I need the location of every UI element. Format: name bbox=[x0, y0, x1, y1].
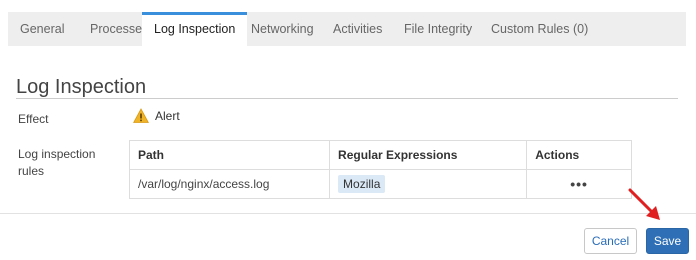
cell-actions: ••• bbox=[526, 169, 632, 199]
tab-general[interactable]: General bbox=[8, 12, 76, 46]
section-title: Log Inspection bbox=[16, 76, 147, 98]
log-inspection-rules-label: Log inspection rules bbox=[18, 147, 96, 178]
cell-regex: Mozilla bbox=[329, 169, 528, 199]
tab-file-integrity[interactable]: File Integrity bbox=[392, 12, 484, 46]
tab-activities[interactable]: Activities bbox=[321, 12, 394, 46]
effect-label: Effect bbox=[18, 112, 49, 126]
table-row: /var/log/nginx/access.log Mozilla ••• bbox=[128, 169, 632, 199]
column-header-regex: Regular Expressions bbox=[329, 140, 528, 170]
save-button[interactable]: Save bbox=[646, 228, 689, 254]
more-actions-icon[interactable]: ••• bbox=[535, 176, 623, 192]
log-inspection-rules-table: Path Regular Expressions Actions /var/lo… bbox=[128, 140, 632, 199]
column-header-path: Path bbox=[128, 140, 331, 170]
cell-path: /var/log/nginx/access.log bbox=[128, 169, 331, 199]
footer-divider bbox=[0, 213, 696, 214]
table-header-row: Path Regular Expressions Actions bbox=[128, 140, 632, 170]
cancel-button[interactable]: Cancel bbox=[584, 228, 637, 254]
column-header-actions: Actions bbox=[526, 140, 632, 170]
effect-value: Alert bbox=[133, 108, 180, 124]
title-divider bbox=[16, 98, 678, 99]
regex-chip: Mozilla bbox=[338, 175, 386, 193]
tab-bar: General Processes Log Inspection Network… bbox=[8, 12, 686, 46]
effect-value-text: Alert bbox=[155, 109, 180, 123]
tab-custom-rules[interactable]: Custom Rules (0) bbox=[479, 12, 600, 46]
tab-log-inspection[interactable]: Log Inspection bbox=[142, 12, 248, 46]
warning-icon bbox=[133, 108, 149, 123]
tab-networking[interactable]: Networking bbox=[239, 12, 326, 46]
